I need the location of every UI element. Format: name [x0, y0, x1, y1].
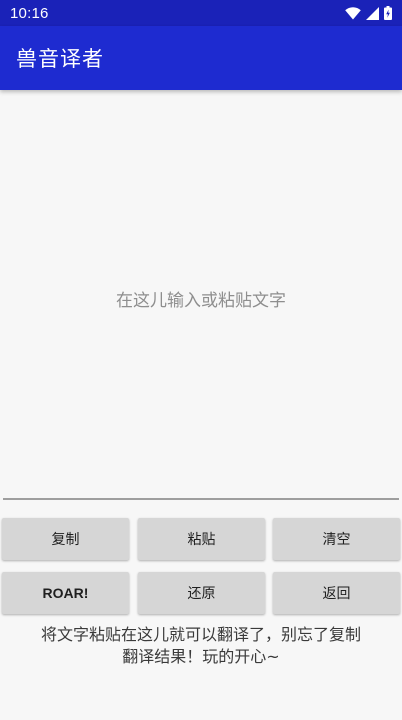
usage-hint-line-1: 将文字粘贴在这儿就可以翻译了，别忘了复制: [40, 625, 361, 644]
roar-button[interactable]: ROAR!: [2, 572, 129, 614]
wifi-icon: [345, 6, 361, 20]
back-button[interactable]: 返回: [273, 572, 400, 614]
usage-hint: 将文字粘贴在这儿就可以翻译了，别忘了复制 翻译结果！玩的开心~: [0, 624, 402, 668]
paste-button[interactable]: 粘贴: [138, 518, 265, 560]
copy-button[interactable]: 复制: [2, 518, 129, 560]
usage-hint-line-2: 翻译结果！玩的开心~: [122, 647, 280, 666]
restore-button[interactable]: 还原: [138, 572, 265, 614]
clear-button[interactable]: 清空: [273, 518, 400, 560]
status-bar: 10:16: [0, 0, 402, 26]
status-time: 10:16: [10, 4, 49, 22]
battery-icon: [384, 6, 392, 20]
status-icons: [345, 6, 392, 20]
app-title: 兽音译者: [16, 47, 104, 71]
text-input[interactable]: [3, 96, 399, 500]
cellular-signal-icon: [366, 6, 379, 20]
app-bar: 兽音译者: [0, 26, 402, 90]
